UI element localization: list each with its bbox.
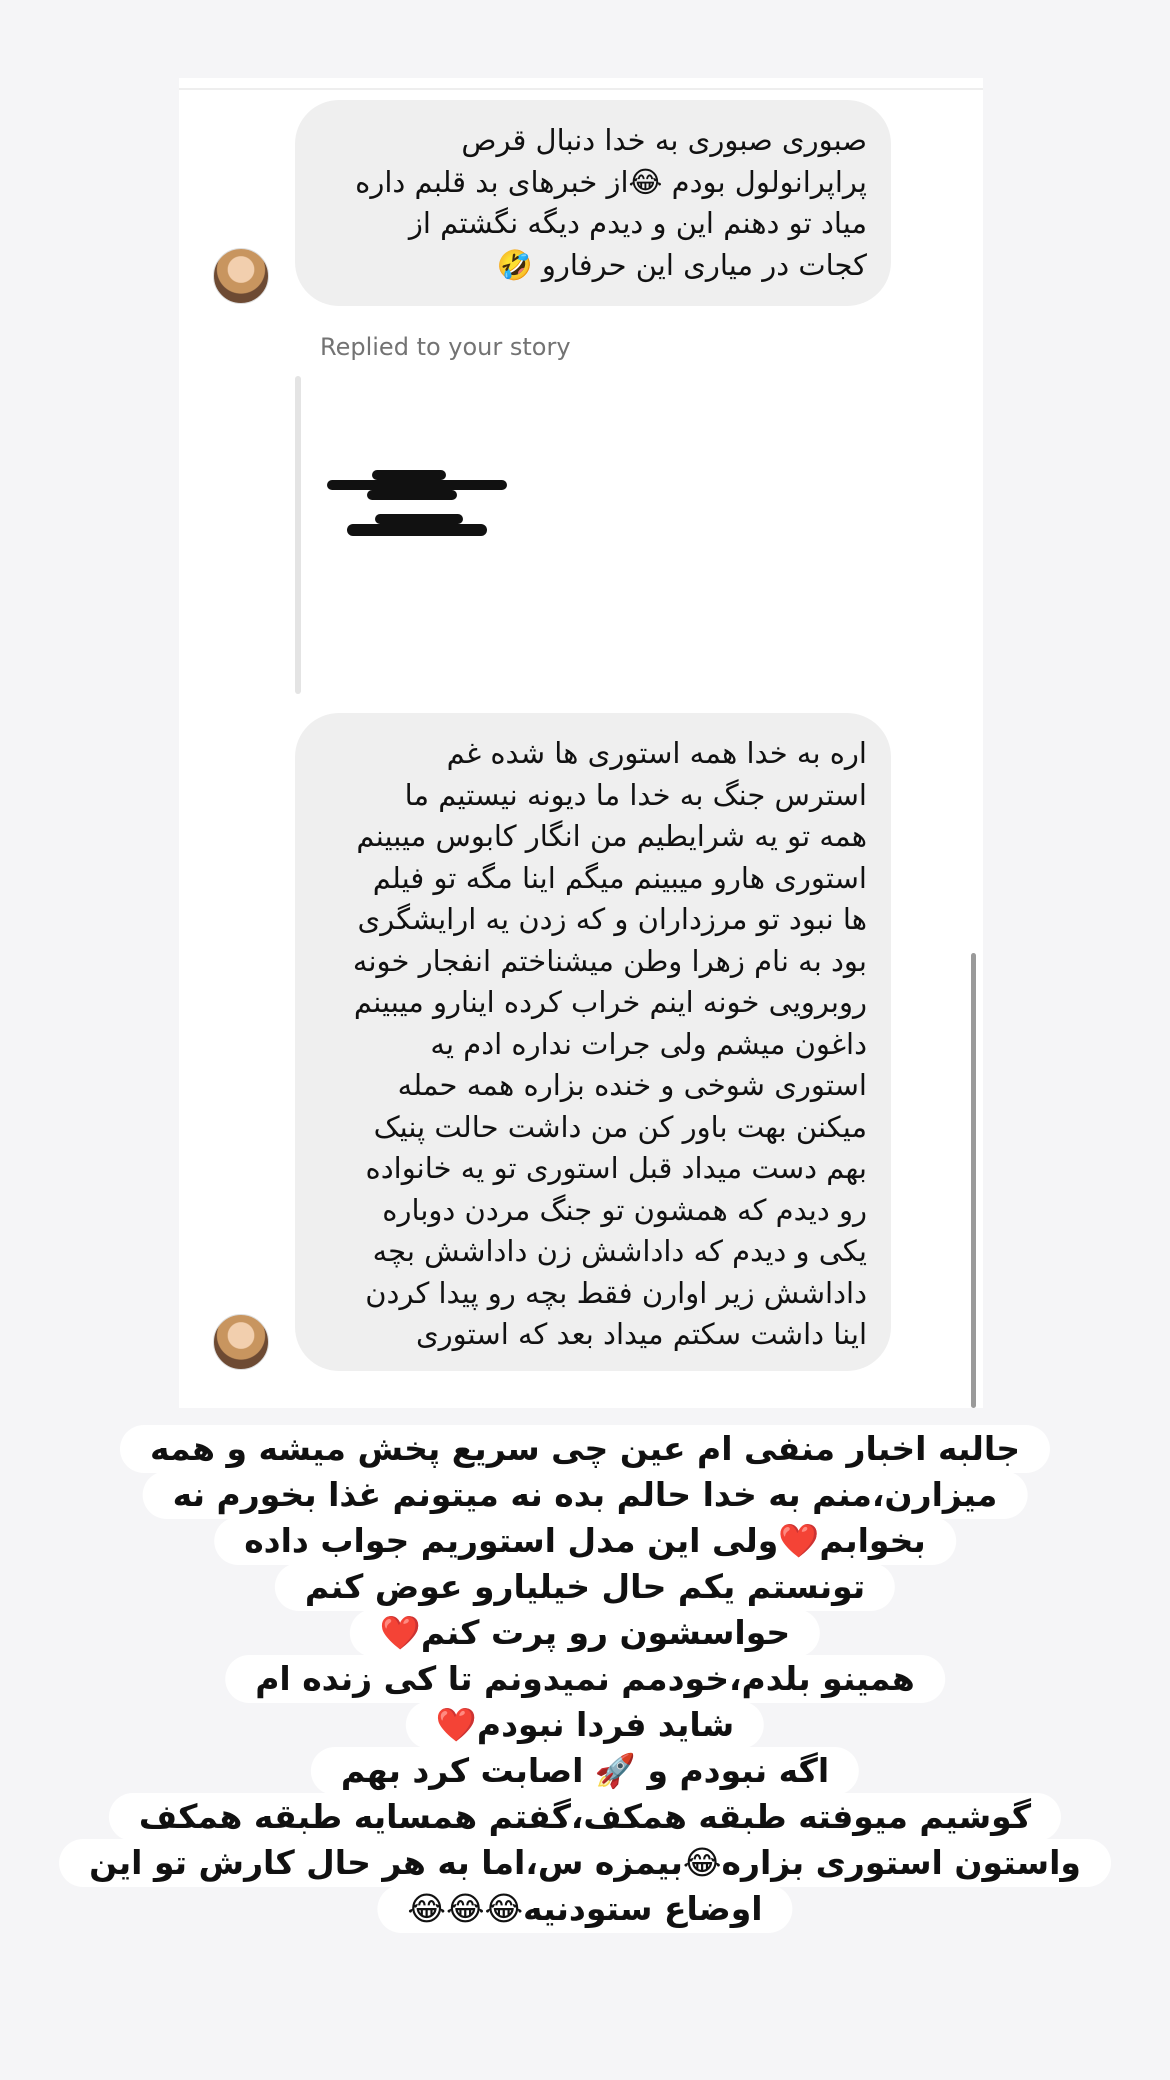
caption-line: بخوابم❤️ولی این مدل استوریم جواب داده <box>214 1517 956 1565</box>
story-preview-thumbnail[interactable] <box>327 470 507 544</box>
header-divider <box>179 88 983 90</box>
message-bubble-2[interactable]: اره به خدا همه استوری ها شده غم استرس جن… <box>295 713 891 1371</box>
replied-to-story-label: Replied to your story <box>320 333 571 361</box>
caption-line: حواسشون رو پرت کنم❤️ <box>349 1609 821 1657</box>
message-bubble-1[interactable]: صبوری صبوری به خدا دنبال قرص پراپرانولول… <box>295 100 891 306</box>
caption-line: جالبه اخبار منفی ام عین چی سریع پخش میشه… <box>119 1425 1051 1473</box>
sender-avatar[interactable] <box>213 248 269 304</box>
dm-thread-panel: صبوری صبوری به خدا دنبال قرص پراپرانولول… <box>179 78 983 1408</box>
caption-line: گوشیم میوفته طبقه همکف،گفتم همسایه طبقه … <box>108 1793 1062 1841</box>
caption-line: همینو بلدم،خودمم نمیدونم تا کی زنده ام <box>225 1655 945 1703</box>
caption-line: میزارن،منم به خدا حالم بده نه میتونم غذا… <box>142 1471 1028 1519</box>
scrollbar[interactable] <box>971 953 976 1408</box>
caption-line: اوضاع ستودنیه😂😂😂 <box>377 1885 793 1933</box>
caption-line: تونستم یکم حال خیلیارو عوض کنم <box>274 1563 896 1611</box>
caption-line: شاید فردا نبودم❤️ <box>405 1701 765 1749</box>
reply-quote-bar <box>295 376 301 694</box>
caption-line: اگه نبودم و 🚀 اصابت کرد بهم <box>310 1747 860 1795</box>
sender-avatar[interactable] <box>213 1314 269 1370</box>
caption-line: واستون استوری بزاره😂بیمزه س،اما به هر حا… <box>59 1839 1111 1887</box>
